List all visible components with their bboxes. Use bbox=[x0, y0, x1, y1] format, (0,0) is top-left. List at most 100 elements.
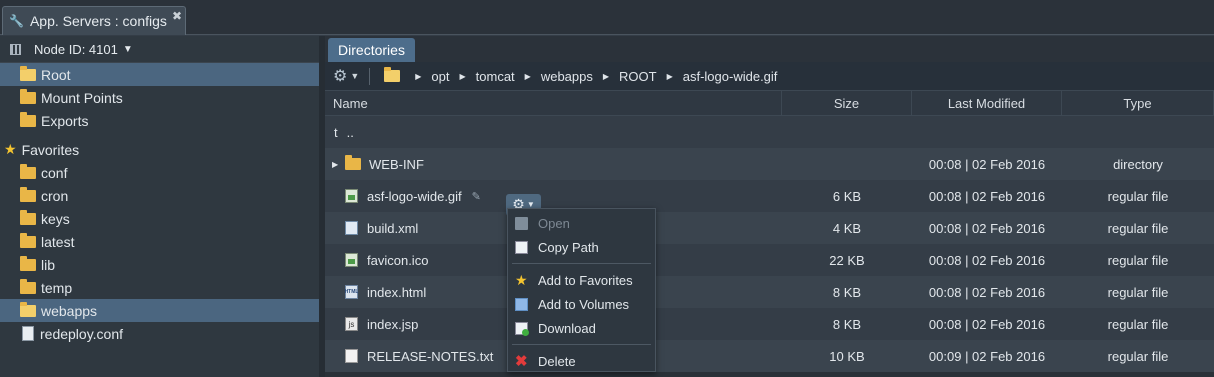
breadcrumb-arrow-icon: ▶ bbox=[524, 71, 531, 81]
image-file-icon bbox=[345, 253, 358, 267]
file-type: directory bbox=[1113, 156, 1163, 172]
main-tabs: Directories bbox=[325, 36, 1214, 62]
menu-item-label: Open bbox=[538, 215, 570, 231]
gear-icon[interactable]: ⚙ bbox=[333, 66, 347, 86]
file-name: build.xml bbox=[367, 220, 419, 236]
breadcrumb-arrow-icon: ▶ bbox=[666, 71, 673, 81]
text-file-icon bbox=[345, 349, 358, 363]
column-header-type[interactable]: Type bbox=[1062, 91, 1214, 115]
folder-icon bbox=[20, 255, 36, 271]
sidebar-item-temp[interactable]: temp bbox=[0, 276, 319, 299]
breadcrumb-item[interactable]: ROOT bbox=[619, 69, 657, 84]
column-header-size[interactable]: Size bbox=[782, 91, 912, 115]
tab-directories[interactable]: Directories bbox=[328, 38, 415, 62]
breadcrumb-item[interactable]: asf-logo-wide.gif bbox=[683, 69, 778, 84]
folder-icon bbox=[20, 232, 36, 248]
table-header: Name Size Last Modified Type bbox=[325, 91, 1214, 116]
table-row[interactable]: RELEASE-NOTES.txt 10 KB 00:09 | 02 Feb 2… bbox=[325, 340, 1214, 372]
table-row[interactable]: HTML index.html 8 KB 00:08 | 02 Feb 2016… bbox=[325, 276, 1214, 308]
toolbar-divider bbox=[369, 67, 371, 85]
table-row[interactable]: js index.jsp 8 KB 00:08 | 02 Feb 2016 re… bbox=[325, 308, 1214, 340]
file-size: 10 KB bbox=[829, 348, 865, 364]
app-servers-tab[interactable]: 🔧 App. Servers : configs ✖ bbox=[2, 6, 186, 35]
app-tab-title: App. Servers : configs bbox=[29, 13, 167, 29]
sidebar-item-latest[interactable]: latest bbox=[0, 230, 319, 253]
file-name: index.jsp bbox=[367, 316, 419, 332]
menu-item-add-to-favorites[interactable]: ★ Add to Favorites bbox=[508, 268, 655, 292]
table-row[interactable]: ▶ WEB-INF 00:08 | 02 Feb 2016 directory bbox=[325, 148, 1214, 180]
parent-directory-row[interactable]: t .. bbox=[325, 116, 1214, 148]
volume-icon bbox=[515, 297, 528, 311]
breadcrumb-item[interactable]: opt bbox=[431, 69, 449, 84]
download-icon bbox=[515, 321, 529, 336]
folder-icon bbox=[20, 209, 36, 225]
table-row[interactable]: favicon.ico 22 KB 00:08 | 02 Feb 2016 re… bbox=[325, 244, 1214, 276]
sidebar-item-label: conf bbox=[41, 164, 68, 181]
html-file-icon: HTML bbox=[345, 285, 358, 299]
sidebar-item-exports[interactable]: Exports bbox=[0, 109, 319, 132]
file-size: 8 KB bbox=[832, 284, 862, 300]
pencil-icon[interactable]: ✎ bbox=[472, 190, 481, 203]
wrench-icon: 🔧 bbox=[9, 14, 24, 28]
sidebar-tree: Root Mount Points Exports ★ Favorites co… bbox=[0, 63, 319, 345]
sidebar-item-redeploy-conf[interactable]: redeploy.conf bbox=[0, 322, 319, 345]
up-arrow-icon: t bbox=[334, 124, 338, 140]
sidebar-item-webapps[interactable]: webapps bbox=[0, 299, 319, 322]
file-name: WEB-INF bbox=[369, 156, 424, 172]
sidebar-item-mount-points[interactable]: Mount Points bbox=[0, 86, 319, 109]
star-icon: ★ bbox=[4, 141, 17, 157]
sidebar-favorites-header[interactable]: ★ Favorites bbox=[0, 138, 319, 161]
menu-divider bbox=[512, 263, 651, 264]
main-panel: Directories ⚙ ▼ ▶ opt ▶ tomcat ▶ webapps… bbox=[325, 36, 1214, 377]
sidebar-item-conf[interactable]: conf bbox=[0, 161, 319, 184]
menu-item-delete[interactable]: ✖ Delete bbox=[508, 349, 655, 373]
horizontal-scrollbar[interactable] bbox=[325, 372, 1214, 377]
file-size: 8 KB bbox=[832, 316, 862, 332]
menu-item-label: Delete bbox=[538, 353, 576, 369]
chevron-down-icon[interactable]: ▼ bbox=[350, 71, 359, 81]
expand-arrow-icon[interactable]: ▶ bbox=[332, 160, 338, 169]
menu-item-open[interactable]: Open bbox=[508, 211, 655, 235]
menu-item-add-to-volumes[interactable]: Add to Volumes bbox=[508, 292, 655, 316]
node-selector[interactable]: Node ID: 4101 ▼ bbox=[0, 36, 319, 63]
menu-item-label: Add to Volumes bbox=[538, 296, 630, 312]
breadcrumb-arrow-icon: ▶ bbox=[415, 71, 422, 81]
column-header-last-modified[interactable]: Last Modified bbox=[912, 91, 1062, 115]
export-folder-icon bbox=[20, 111, 36, 127]
jsp-file-icon: js bbox=[345, 317, 358, 331]
file-size: 6 KB bbox=[832, 188, 862, 204]
breadcrumb-item[interactable]: tomcat bbox=[476, 69, 515, 84]
image-file-icon bbox=[345, 189, 358, 203]
file-modified: 00:08 | 02 Feb 2016 bbox=[928, 284, 1046, 300]
menu-item-download[interactable]: Download bbox=[508, 316, 655, 340]
column-header-name[interactable]: Name bbox=[325, 91, 782, 115]
table-row[interactable]: asf-logo-wide.gif ✎ ⚙ ▼ 6 KB 00:08 | 02 F… bbox=[325, 180, 1214, 216]
sidebar-item-label: cron bbox=[41, 187, 69, 204]
table-row[interactable]: build.xml 4 KB 00:08 | 02 Feb 2016 regul… bbox=[325, 212, 1214, 244]
breadcrumb-arrow-icon: ▶ bbox=[459, 71, 466, 81]
folder-open-icon[interactable] bbox=[384, 67, 401, 82]
menu-divider bbox=[512, 344, 651, 345]
breadcrumb-item[interactable]: webapps bbox=[541, 69, 593, 84]
sidebar-item-cron[interactable]: cron bbox=[0, 184, 319, 207]
sidebar-item-root[interactable]: Root bbox=[0, 63, 319, 86]
breadcrumb: ⚙ ▼ ▶ opt ▶ tomcat ▶ webapps ▶ ROOT ▶ as… bbox=[325, 62, 1214, 91]
copy-icon bbox=[515, 240, 528, 254]
menu-item-label: Add to Favorites bbox=[538, 272, 633, 288]
sidebar-item-keys[interactable]: keys bbox=[0, 207, 319, 230]
menu-item-copy-path[interactable]: Copy Path bbox=[508, 235, 655, 259]
menu-item-label: Download bbox=[538, 320, 596, 336]
file-type: regular file bbox=[1107, 316, 1169, 332]
sidebar: Node ID: 4101 ▼ Root Mount Points Export… bbox=[0, 36, 319, 377]
file-size: 4 KB bbox=[832, 220, 862, 236]
xml-file-icon bbox=[345, 221, 358, 235]
sidebar-item-label: temp bbox=[41, 279, 73, 296]
open-icon bbox=[515, 216, 528, 230]
sidebar-item-label: lib bbox=[41, 256, 56, 273]
sidebar-item-lib[interactable]: lib bbox=[0, 253, 319, 276]
delete-icon: ✖ bbox=[515, 352, 528, 370]
file-type: regular file bbox=[1107, 220, 1169, 236]
close-tab-icon[interactable]: ✖ bbox=[172, 9, 182, 23]
folder-icon bbox=[20, 186, 36, 202]
star-icon: ★ bbox=[515, 271, 528, 288]
